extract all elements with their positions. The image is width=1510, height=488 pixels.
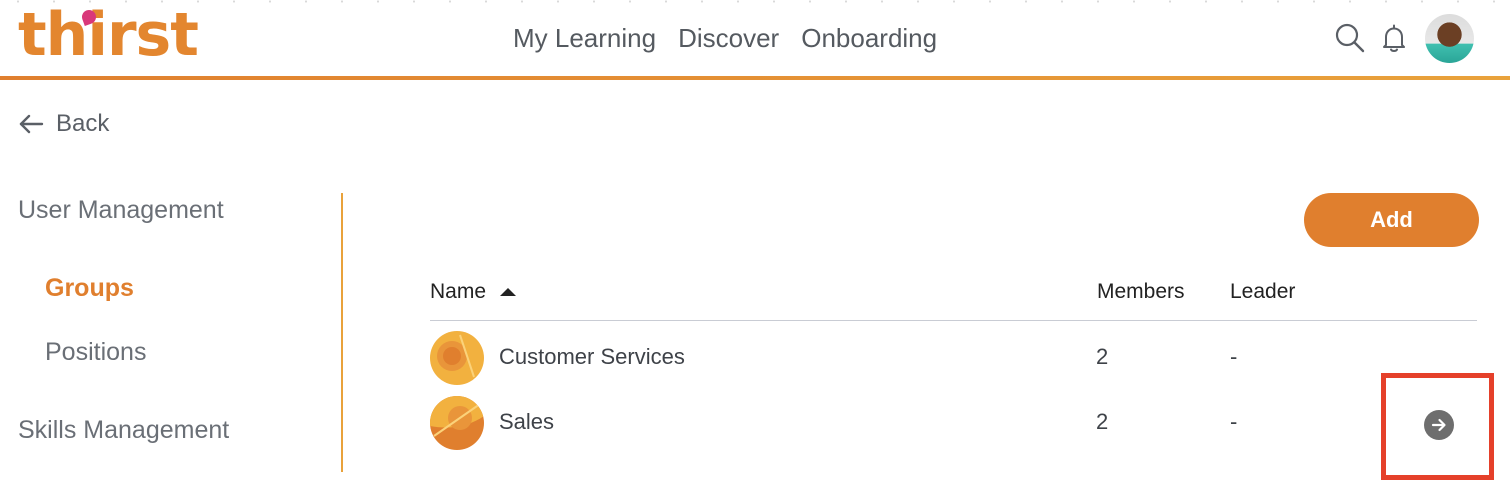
column-header-members: Members xyxy=(1097,280,1185,303)
group-avatar-icon xyxy=(430,331,484,385)
back-link[interactable]: Back xyxy=(18,110,109,138)
group-members: 2 xyxy=(1096,344,1109,369)
logo-text: thirst xyxy=(18,0,199,70)
bell-icon[interactable] xyxy=(1378,22,1410,54)
top-header: thirst My Learning Discover Onboarding xyxy=(0,0,1510,80)
search-icon[interactable] xyxy=(1334,22,1366,54)
sidebar-divider xyxy=(341,193,343,472)
main-nav: My Learning Discover Onboarding xyxy=(513,22,937,54)
group-name: Customer Services xyxy=(499,344,685,369)
highlight-box xyxy=(1381,373,1494,480)
table-header-divider xyxy=(430,320,1477,321)
nav-my-learning[interactable]: My Learning xyxy=(513,22,656,54)
user-avatar[interactable] xyxy=(1425,14,1474,63)
column-name-label: Name xyxy=(430,280,487,303)
column-header-name[interactable]: Name xyxy=(430,280,517,304)
sort-ascending-icon xyxy=(500,288,517,296)
sidebar-section-skills-management[interactable]: Skills Management xyxy=(18,416,229,445)
group-members: 2 xyxy=(1096,409,1109,434)
thirst-logo[interactable]: thirst xyxy=(18,0,199,70)
table-row[interactable]: Sales 2 - xyxy=(430,395,1477,455)
back-label: Back xyxy=(56,110,110,137)
table-row[interactable]: Customer Services 2 - xyxy=(430,330,1477,390)
nav-onboarding[interactable]: Onboarding xyxy=(801,22,937,54)
group-leader: - xyxy=(1230,344,1238,369)
sidebar-section-user-management[interactable]: User Management xyxy=(18,196,224,225)
group-leader: - xyxy=(1230,409,1238,434)
nav-discover[interactable]: Discover xyxy=(678,22,779,54)
header-divider xyxy=(0,76,1510,80)
group-avatar-icon xyxy=(430,396,484,450)
add-group-button[interactable]: Add xyxy=(1304,193,1479,247)
group-name: Sales xyxy=(499,409,555,434)
arrow-left-icon xyxy=(19,114,44,134)
sidebar-item-positions[interactable]: Positions xyxy=(45,338,146,367)
sidebar-item-groups[interactable]: Groups xyxy=(45,274,134,303)
column-header-leader: Leader xyxy=(1230,280,1296,303)
